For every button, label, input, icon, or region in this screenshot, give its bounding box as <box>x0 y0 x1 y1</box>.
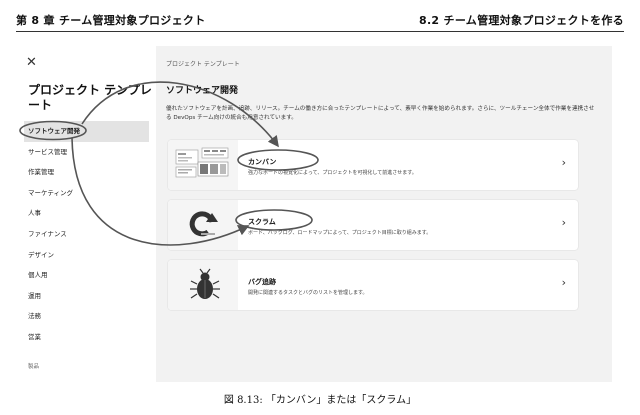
annotation-arrow-scrum <box>71 137 250 246</box>
figure-caption: 図 8.13: 「カンバン」または「スクラム」 <box>223 395 417 406</box>
highlight-ring-software <box>19 120 87 141</box>
chapter-heading: 第 8 章 チーム管理対象プロジェクト <box>16 14 206 27</box>
highlight-ring-kanban <box>237 149 319 171</box>
annotation-overlay <box>19 81 319 246</box>
section-heading: 8.2 チーム管理対象プロジェクトを作る <box>419 14 624 27</box>
header-rule <box>16 31 624 32</box>
annotation-arrow-kanban <box>81 81 279 148</box>
screenshot-frame: ✕ プロジェクト テンプレート ソフトウェア開発 サービス管理 作業管理 マーケ… <box>16 46 612 382</box>
